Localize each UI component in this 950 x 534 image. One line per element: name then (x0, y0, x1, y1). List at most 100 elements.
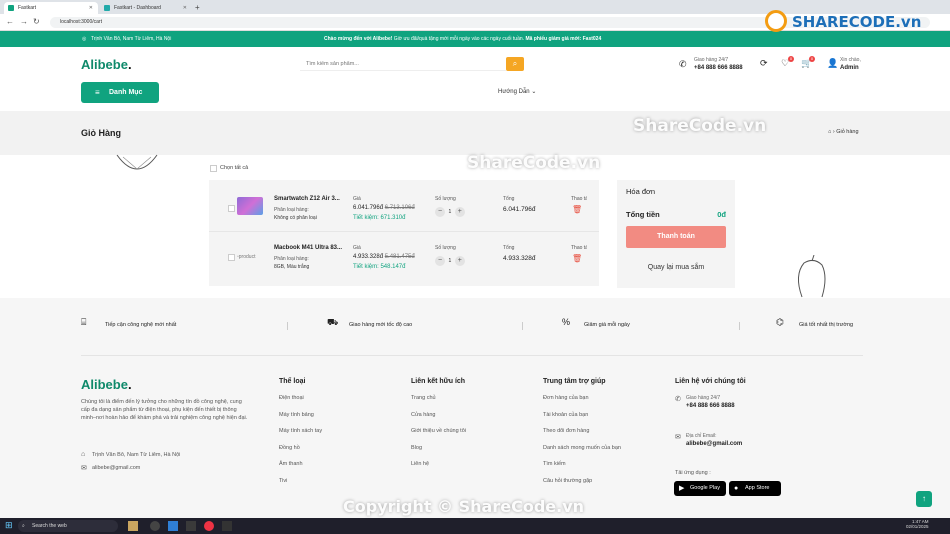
item-checkbox[interactable] (228, 205, 235, 212)
footer-link[interactable]: Blog (411, 445, 531, 462)
footer-link[interactable]: Âm thanh (279, 461, 389, 478)
username[interactable]: Admin (840, 65, 859, 71)
search-box (300, 56, 506, 71)
close-tab-icon[interactable]: ✕ (89, 2, 93, 14)
guide-menu[interactable]: Hướng Dẫn ⌄ (498, 88, 536, 95)
increase-button[interactable]: + (454, 256, 465, 266)
saving: Tiết kiệm: 548.147đ (353, 264, 406, 270)
site-header: Alibebe. ⌕ ✆ Giao hàng 24/7 +84 888 666 … (0, 47, 950, 111)
page-title: Giỏ Hàng (81, 128, 121, 138)
footer-link[interactable]: Tài khoản của bạn (543, 412, 668, 429)
item-total: 4.933.328đ (503, 255, 536, 262)
top-address: Trịnh Văn Bô, Nam Từ Liêm, Hà Nội (91, 36, 172, 42)
footer-link[interactable]: Máy tính bảng (279, 412, 389, 429)
footer-logo[interactable]: Alibebe. (81, 377, 132, 392)
new-tab-button[interactable]: + (195, 3, 200, 12)
total-label: Tổng (503, 245, 515, 251)
footer-column-title: Thể loại (279, 378, 306, 385)
vscode-icon[interactable] (168, 521, 178, 531)
variant-value: 8GB, Màu trắng (274, 264, 310, 270)
google-play-button[interactable]: ▶ Google Play (674, 481, 726, 496)
cart-badge: 0 (809, 56, 815, 62)
footer-about: Chúng tôi là điểm đến lý tưởng cho những… (81, 399, 248, 422)
contact-email[interactable]: alibebe@gmail.com (686, 441, 742, 447)
user-icon[interactable]: 👤 (827, 58, 838, 69)
footer-link[interactable]: Trang chủ (411, 395, 531, 412)
clock[interactable]: 1:47 AM 02/01/2025 (906, 519, 929, 529)
cart-items-panel: Smartwatch Z12 Air 3... Phân loại hàng: … (209, 180, 599, 286)
quantity-value[interactable]: 1 (446, 209, 453, 215)
tech-icon: ⌸ (81, 317, 87, 327)
search-button[interactable]: ⌕ (506, 57, 524, 71)
total-label: Tổng (503, 196, 515, 202)
browser-tab[interactable]: Fastkart - Dashboard ✕ (100, 2, 192, 14)
price: 6.041.796đ 6.713.106đ (353, 205, 415, 211)
footer-link[interactable]: Liên hệ (411, 461, 531, 478)
chevron-down-icon: ⌄ (531, 89, 537, 95)
search-input[interactable] (300, 56, 506, 71)
footer-link[interactable]: Theo dõi đơn hàng (543, 428, 668, 445)
variant-label: Phân loại hàng: (274, 256, 309, 262)
category-button[interactable]: ≡ Danh Mục (81, 82, 159, 103)
reload-icon[interactable]: ↻ (33, 17, 40, 26)
back-icon[interactable]: ← (6, 17, 14, 26)
continue-shopping-link[interactable]: Quay lại mua sắm (626, 264, 726, 271)
footer-link[interactable]: Tivi (279, 478, 389, 495)
browser-tab-active[interactable]: Fastkart ✕ (4, 2, 98, 14)
quantity-value[interactable]: 1 (446, 258, 453, 264)
checkout-button[interactable]: Thanh toán (626, 226, 726, 248)
footer-email[interactable]: alibebe@gmail.com (92, 465, 140, 471)
cart-item: ▫product Macbook M41 Ultra 83... Phân lo… (209, 233, 599, 286)
product-name[interactable]: Macbook M41 Ultra 83... (274, 245, 342, 251)
app-icon[interactable] (204, 521, 214, 531)
product-name[interactable]: Smartwatch Z12 Air 3... (274, 196, 340, 202)
mail-icon: ✉ (81, 465, 87, 472)
trash-icon[interactable]: 🗑 (572, 205, 582, 214)
footer-address: Trịnh Văn Bô, Nam Từ Liêm, Hà Nội (92, 452, 181, 458)
invoice-title: Hóa đơn (626, 187, 656, 196)
decrease-button[interactable]: − (435, 207, 445, 217)
footer-column-links: Liên kết hữu ích Trang chủ Cửa hàng Giới… (411, 378, 531, 478)
trash-icon[interactable]: 🗑 (572, 254, 582, 263)
footer-link[interactable]: Đơn hàng của bạn (543, 395, 668, 412)
taskbar-search[interactable]: ⌕ Search the web (18, 520, 118, 532)
home-icon[interactable]: ⌂ (828, 129, 831, 135)
product-image[interactable] (237, 197, 263, 215)
variant-label: Phân loại hàng: (274, 207, 309, 213)
quantity-stepper: − 1 + (435, 256, 465, 266)
app-icon[interactable] (128, 521, 138, 531)
home-icon: ⌂ (81, 451, 86, 458)
close-tab-icon[interactable]: ✕ (183, 2, 187, 14)
app-store-button[interactable]: ● App Store (729, 481, 781, 496)
play-icon: ▶ (679, 485, 685, 492)
app-icon[interactable] (150, 521, 160, 531)
footer-link[interactable]: Tìm kiếm (543, 461, 668, 478)
app-icon[interactable] (186, 521, 196, 531)
page-banner: Giỏ Hàng ⌂ › Giỏ hàng (0, 111, 950, 155)
footer-link[interactable]: Danh sách mong muốn của bạn (543, 445, 668, 462)
select-all-label: Chọn tất cả (220, 165, 249, 171)
footer-column-title: Liên kết hữu ích (411, 378, 466, 385)
footer-link[interactable]: Cửa hàng (411, 412, 531, 429)
footer-link[interactable]: Giới thiệu về chúng tôi (411, 428, 531, 445)
footer-link[interactable]: Máy tính xách tay (279, 428, 389, 445)
watermark-text: ShareCode.vn (633, 116, 767, 136)
forward-icon[interactable]: → (20, 17, 28, 26)
terminal-icon[interactable] (222, 521, 232, 531)
increase-button[interactable]: + (454, 207, 465, 217)
scroll-top-button[interactable]: ↑ (916, 491, 932, 507)
cart-section: Chọn tất cả Smartwatch Z12 Air 3... Phân… (0, 154, 950, 298)
footer-link[interactable]: Điện thoại (279, 395, 389, 412)
qty-label: Số lượng (435, 245, 456, 251)
windows-start-icon[interactable]: ⊞ (5, 520, 13, 531)
select-all-checkbox[interactable] (210, 165, 217, 172)
site-logo[interactable]: Alibebe. (81, 57, 132, 72)
item-checkbox[interactable] (228, 254, 235, 261)
compare-icon[interactable]: ⟳ (760, 58, 768, 69)
footer-link[interactable]: Đồng hồ (279, 445, 389, 462)
footer-link[interactable]: Câu hỏi thường gặp (543, 478, 668, 495)
decrease-button[interactable]: − (435, 256, 445, 266)
hotline-label: Giao hàng 24/7 (694, 57, 729, 63)
product-image[interactable]: ▫product (237, 254, 255, 260)
promo-text: Chào mừng đến với Alibebe! Giờ ưu đãi/qu… (324, 36, 602, 42)
